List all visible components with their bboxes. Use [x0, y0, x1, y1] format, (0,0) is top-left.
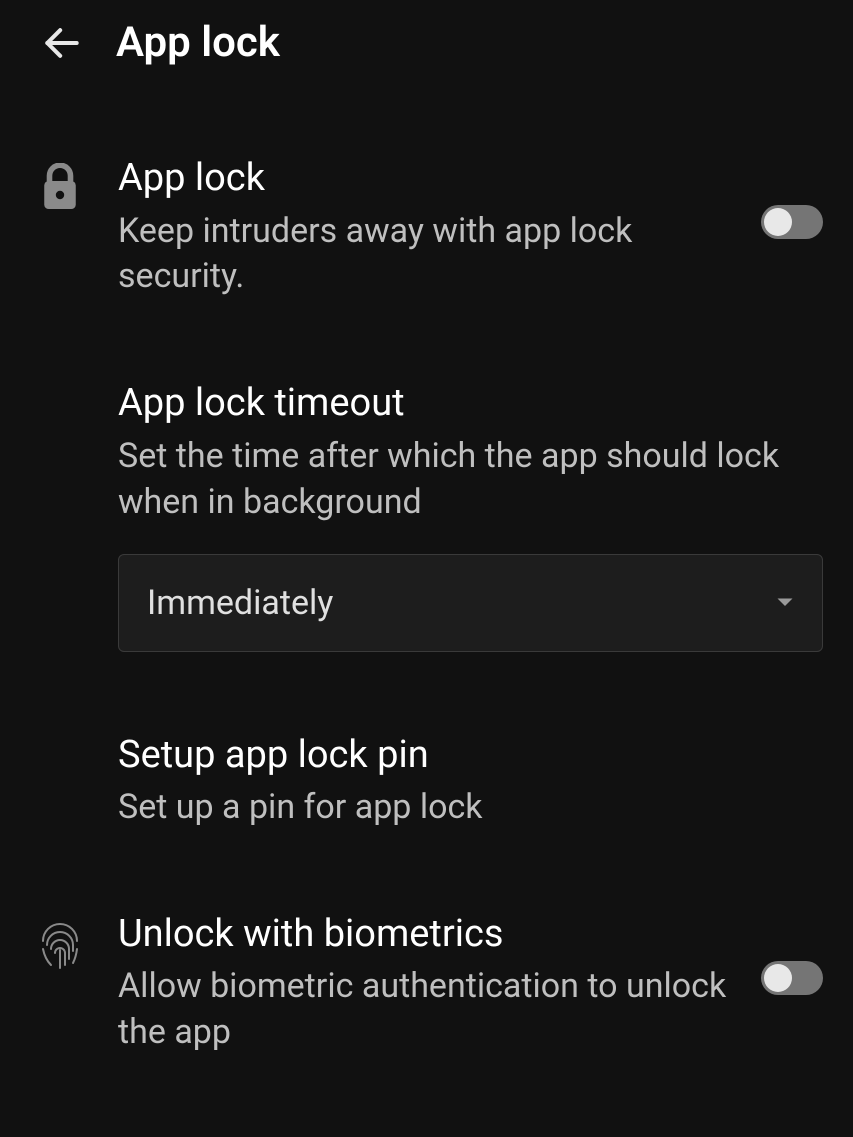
pin-desc: Set up a pin for app lock	[118, 785, 823, 831]
select-arrow	[776, 597, 794, 609]
row-icon-container	[30, 380, 90, 388]
toggle-knob	[764, 964, 792, 992]
row-body: Unlock with biometrics Allow biometric a…	[118, 911, 733, 1056]
timeout-selected-value: Immediately	[147, 583, 333, 623]
setup-pin-row[interactable]: Setup app lock pin Set up a pin for app …	[30, 712, 823, 891]
biometrics-toggle[interactable]	[761, 961, 823, 995]
row-icon-container	[30, 155, 90, 213]
row-body: App lock timeout Set the time after whic…	[118, 380, 823, 651]
lock-icon	[39, 163, 81, 213]
settings-list: App lock Keep intruders away with app lo…	[0, 85, 853, 1116]
app-lock-desc: Keep intruders away with app lock securi…	[118, 209, 733, 301]
row-body: Setup app lock pin Set up a pin for app …	[118, 732, 823, 831]
toggle-knob	[764, 208, 792, 236]
app-lock-title: App lock	[118, 155, 733, 203]
arrow-left-icon	[40, 21, 84, 65]
timeout-select[interactable]: Immediately	[118, 554, 823, 652]
pin-title: Setup app lock pin	[118, 732, 823, 780]
biometrics-desc: Allow biometric authentication to unlock…	[118, 964, 733, 1056]
app-lock-timeout-row[interactable]: App lock timeout Set the time after whic…	[30, 360, 823, 711]
header: App lock	[0, 0, 853, 85]
row-icon-container	[30, 911, 90, 973]
row-trailing	[761, 911, 823, 995]
chevron-down-icon	[776, 597, 794, 609]
app-lock-toggle[interactable]	[761, 205, 823, 239]
timeout-desc: Set the time after which the app should …	[118, 434, 823, 526]
row-body: App lock Keep intruders away with app lo…	[118, 155, 733, 300]
biometrics-row[interactable]: Unlock with biometrics Allow biometric a…	[30, 891, 823, 1116]
biometrics-title: Unlock with biometrics	[118, 911, 733, 959]
timeout-title: App lock timeout	[118, 380, 823, 428]
back-button[interactable]	[40, 21, 84, 65]
page-title: App lock	[116, 18, 280, 67]
fingerprint-icon	[35, 919, 85, 973]
app-lock-row[interactable]: App lock Keep intruders away with app lo…	[30, 135, 823, 360]
row-trailing	[761, 155, 823, 239]
row-icon-container	[30, 732, 90, 740]
